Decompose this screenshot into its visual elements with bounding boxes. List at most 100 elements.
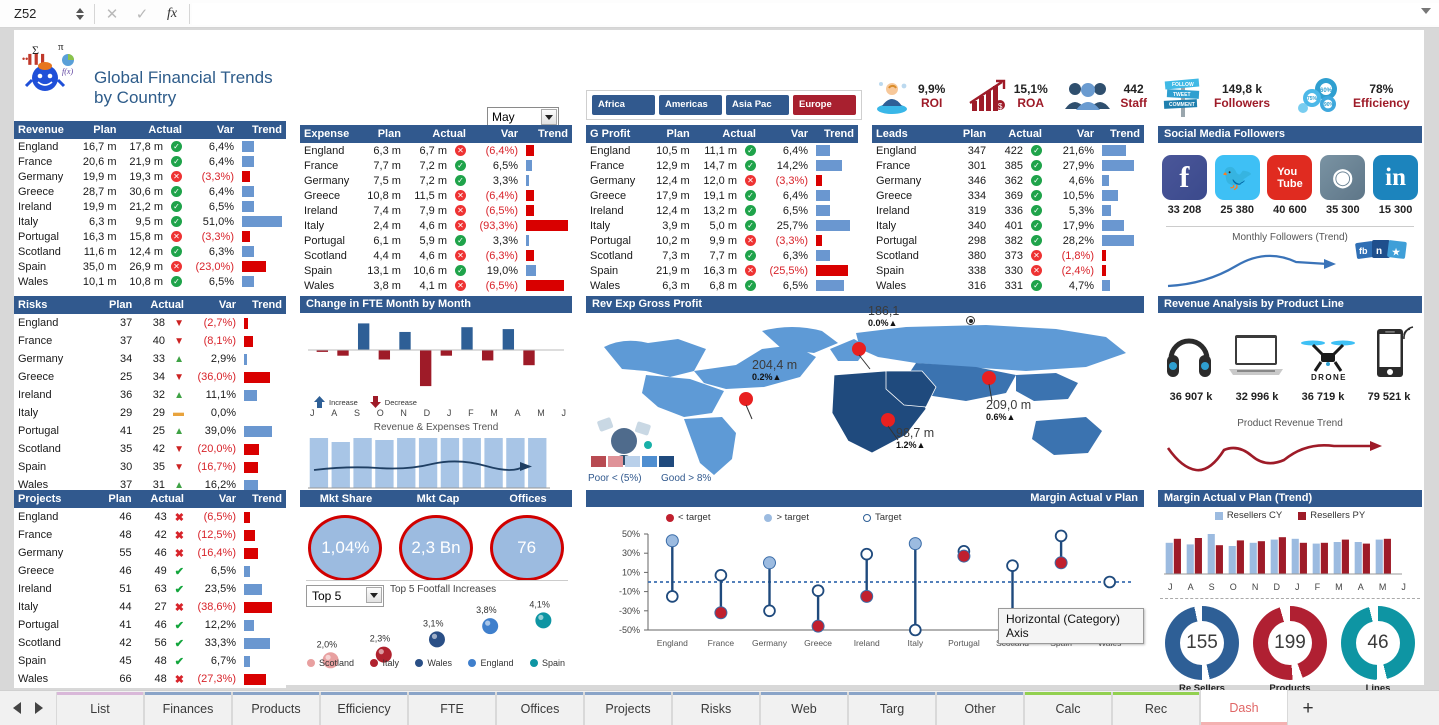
social-instagram[interactable]: ◉ 35 300 <box>1320 155 1366 216</box>
table-row[interactable]: Ireland 36 32 ▲ 11,1% <box>14 386 286 404</box>
table-row[interactable]: Spain 338 330 ✕ (2,4%) <box>872 263 1144 278</box>
sheet-tab-efficiency[interactable]: Efficiency <box>320 692 408 725</box>
table-row[interactable]: Italy 2,4 m 4,6 m ✕ (93,3%) <box>300 218 572 233</box>
svg-text:f(x): f(x) <box>62 67 73 76</box>
sheet-tab-list[interactable]: List <box>56 692 144 725</box>
table-row[interactable]: England 6,3 m 6,7 m ✕ (6,4%) <box>300 143 572 158</box>
add-sheet-button[interactable]: + <box>1288 692 1328 725</box>
radio-expense[interactable]: Experse <box>1033 315 1081 326</box>
row-status: ✕ <box>451 248 470 263</box>
table-row[interactable]: Germany 12,4 m 12,0 m ✕ (3,3%) <box>586 173 858 188</box>
table-row[interactable]: England 16,7 m 17,8 m ✓ 6,4% <box>14 139 286 154</box>
table-row[interactable]: Wales 3,8 m 4,1 m ✕ (6,5%) <box>300 278 572 293</box>
social-facebook[interactable]: f 33 208 <box>1161 155 1207 216</box>
table-row[interactable]: Ireland 12,4 m 13,2 m ✓ 6,5% <box>586 203 858 218</box>
table-row[interactable]: Wales 10,1 m 10,8 m ✓ 6,5% <box>14 274 286 289</box>
table-row[interactable]: Wales 6,3 m 6,8 m ✓ 6,5% <box>586 278 858 293</box>
table-row[interactable]: Wales 316 331 ✓ 4,7% <box>872 278 1144 293</box>
table-row[interactable]: Spain 21,9 m 16,3 m ✕ (25,5%) <box>586 263 858 278</box>
table-row[interactable]: Italy 6,3 m 9,5 m ✓ 51,0% <box>14 214 286 229</box>
table-row[interactable]: Ireland 19,9 m 21,2 m ✓ 6,5% <box>14 199 286 214</box>
nav-next-icon[interactable] <box>35 701 43 714</box>
check-icon[interactable]: ✓ <box>127 5 157 23</box>
tab-navigation[interactable] <box>0 690 56 725</box>
table-row[interactable]: Portugal 298 382 ✓ 28,2% <box>872 233 1144 248</box>
table-row[interactable]: Greece 25 34 ▼ (36,0%) <box>14 368 286 386</box>
table-row[interactable]: Germany 19,9 m 19,3 m ✕ (3,3%) <box>14 169 286 184</box>
sheet-tab-products[interactable]: Products <box>232 692 320 725</box>
sheet-tab-calc[interactable]: Calc <box>1024 692 1112 725</box>
table-row[interactable]: Scotland 380 373 ✕ (1,8%) <box>872 248 1144 263</box>
table-row[interactable]: Portugal 6,1 m 5,9 m ✓ 3,3% <box>300 233 572 248</box>
month-select[interactable]: May <box>487 107 559 127</box>
table-row[interactable]: Greece 46 49 ✔ 6,5% <box>14 562 286 580</box>
table-row[interactable]: Portugal 10,2 m 9,9 m ✕ (3,3%) <box>586 233 858 248</box>
table-row[interactable]: Portugal 41 25 ▲ 39,0% <box>14 422 286 440</box>
table-row[interactable]: Italy 29 29 ▬ 0,0% <box>14 404 286 422</box>
table-row[interactable]: Germany 34 33 ▲ 2,9% <box>14 350 286 368</box>
table-row[interactable]: Wales 66 48 ✖ (27,3%) <box>14 670 286 688</box>
table-row[interactable]: England 46 43 ✖ (6,5%) <box>14 508 286 526</box>
chevron-down-icon[interactable] <box>1421 8 1431 14</box>
table-row[interactable]: Ireland 319 336 ✓ 5,3% <box>872 203 1144 218</box>
social-linkedin[interactable]: in 15 300 <box>1373 155 1419 216</box>
region-button-asiapac[interactable]: Asia Pac <box>726 95 789 115</box>
table-row[interactable]: Greece 28,7 m 30,6 m ✓ 6,4% <box>14 184 286 199</box>
fx-icon[interactable]: fx <box>157 6 187 22</box>
close-icon[interactable]: ✕ <box>97 5 127 23</box>
table-row[interactable]: France 37 40 ▼ (8,1%) <box>14 332 286 350</box>
table-row[interactable]: England 10,5 m 11,1 m ✓ 6,4% <box>586 143 858 158</box>
table-row[interactable]: Spain 30 35 ▼ (16,7%) <box>14 458 286 476</box>
table-row[interactable]: Portugal 41 46 ✔ 12,2% <box>14 616 286 634</box>
table-row[interactable]: France 12,9 m 14,7 m ✓ 14,2% <box>586 158 858 173</box>
name-box-spinner[interactable] <box>72 7 88 20</box>
nav-prev-icon[interactable] <box>13 701 21 714</box>
table-row[interactable]: Scotland 42 56 ✔ 33,3% <box>14 634 286 652</box>
table-row[interactable]: Ireland 7,4 m 7,9 m ✕ (6,5%) <box>300 203 572 218</box>
table-row[interactable]: Italy 340 401 ✓ 17,9% <box>872 218 1144 233</box>
table-row[interactable]: Scotland 11,6 m 12,4 m ✓ 6,3% <box>14 244 286 259</box>
sheet-tab-projects[interactable]: Projects <box>584 692 672 725</box>
region-button-europe[interactable]: Europe <box>793 95 856 115</box>
social-youtube[interactable]: You Tube 40 600 <box>1267 155 1313 216</box>
table-row[interactable]: England 347 422 ✓ 21,6% <box>872 143 1144 158</box>
region-button-africa[interactable]: Africa <box>592 95 655 115</box>
sheet-tab-web[interactable]: Web <box>760 692 848 725</box>
sheet-tab-targ[interactable]: Targ <box>848 692 936 725</box>
sheet-tab-rec[interactable]: Rec <box>1112 692 1200 725</box>
table-row[interactable]: Ireland 51 63 ✔ 23,5% <box>14 580 286 598</box>
region-button-americas[interactable]: Americas <box>659 95 722 115</box>
table-row[interactable]: Spain 13,1 m 10,6 m ✓ 19,0% <box>300 263 572 278</box>
radio-gprofit[interactable]: GProfit <box>1096 315 1139 326</box>
social-twitter[interactable]: 🐦 25 380 <box>1214 155 1260 216</box>
chevron-down-icon[interactable] <box>541 109 557 125</box>
formula-input[interactable] <box>192 2 1439 25</box>
table-row[interactable]: Greece 17,9 m 19,1 m ✓ 6,4% <box>586 188 858 203</box>
radio-revenue[interactable]: Revenue <box>966 315 1017 326</box>
table-row[interactable]: Greece 10,8 m 11,5 m ✕ (6,4%) <box>300 188 572 203</box>
table-row[interactable]: Spain 35,0 m 26,9 m ✕ (23,0%) <box>14 259 286 274</box>
sheet-tab-offices[interactable]: Offices <box>496 692 584 725</box>
sheet-tab-risks[interactable]: Risks <box>672 692 760 725</box>
table-row[interactable]: France 20,6 m 21,9 m ✓ 6,4% <box>14 154 286 169</box>
table-row[interactable]: France 48 42 ✖ (12,5%) <box>14 526 286 544</box>
sheet-tab-dash[interactable]: Dash <box>1200 690 1288 725</box>
table-row[interactable]: France 301 385 ✓ 27,9% <box>872 158 1144 173</box>
table-row[interactable]: Germany 7,5 m 7,2 m ✓ 3,3% <box>300 173 572 188</box>
table-row[interactable]: France 7,7 m 7,2 m ✓ 6,5% <box>300 158 572 173</box>
sheet-tab-fte[interactable]: FTE <box>408 692 496 725</box>
table-row[interactable]: Scotland 35 42 ▼ (20,0%) <box>14 440 286 458</box>
table-row[interactable]: England 37 38 ▼ (2,7%) <box>14 314 286 332</box>
sheet-tab-finances[interactable]: Finances <box>144 692 232 725</box>
table-row[interactable]: Germany 346 362 ✓ 4,6% <box>872 173 1144 188</box>
table-row[interactable]: Scotland 7,3 m 7,7 m ✓ 6,3% <box>586 248 858 263</box>
table-row[interactable]: Spain 45 48 ✔ 6,7% <box>14 652 286 670</box>
table-row[interactable]: Italy 44 27 ✖ (38,6%) <box>14 598 286 616</box>
table-row[interactable]: Italy 3,9 m 5,0 m ✓ 25,7% <box>586 218 858 233</box>
table-row[interactable]: Scotland 4,4 m 4,6 m ✕ (6,3%) <box>300 248 572 263</box>
sheet-tab-other[interactable]: Other <box>936 692 1024 725</box>
table-row[interactable]: Germany 55 46 ✖ (16,4%) <box>14 544 286 562</box>
name-box[interactable]: Z52 <box>6 3 92 25</box>
table-row[interactable]: Greece 334 369 ✓ 10,5% <box>872 188 1144 203</box>
table-row[interactable]: Portugal 16,3 m 15,8 m ✕ (3,3%) <box>14 229 286 244</box>
